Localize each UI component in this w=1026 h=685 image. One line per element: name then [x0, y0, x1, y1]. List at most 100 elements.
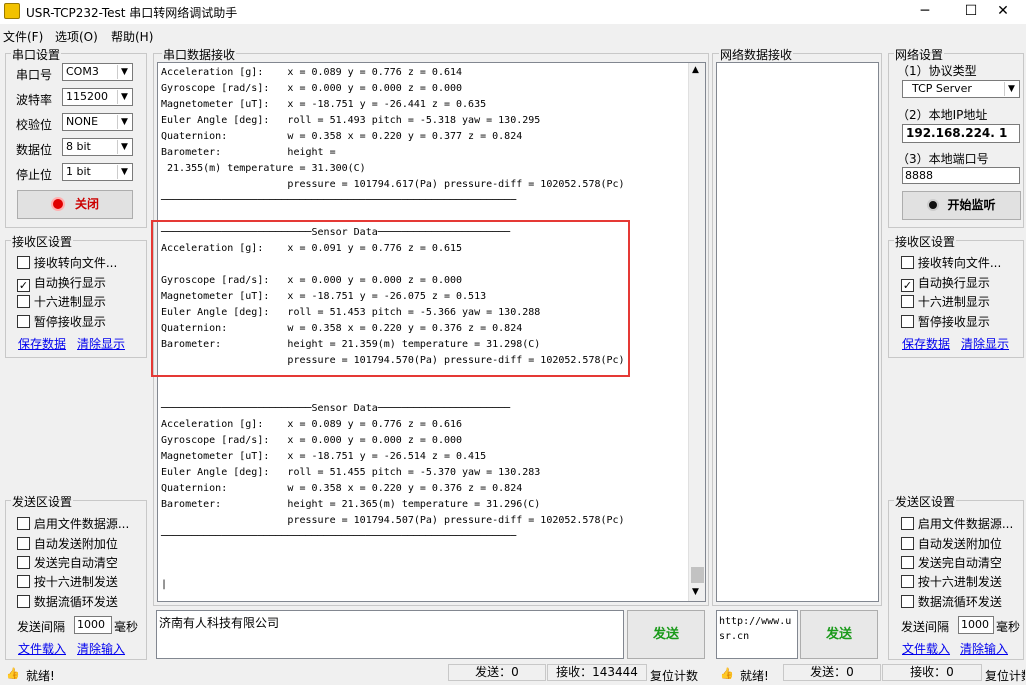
port-value: COM3	[66, 65, 99, 78]
menu-options[interactable]: 选项(O)	[55, 28, 98, 45]
clear-display-link[interactable]: 清除显示	[77, 335, 125, 352]
send-left-opt-0[interactable]: 启用文件数据源...	[17, 515, 129, 532]
scroll-thumb[interactable]	[691, 567, 704, 583]
opt-label: 暂停接收显示	[917, 315, 990, 329]
serial-send-button[interactable]: 发送	[627, 610, 705, 659]
checkbox[interactable]	[17, 256, 30, 269]
net-send-input[interactable]: http://www.usr.cn	[716, 610, 798, 659]
status-ready: 就绪!	[26, 669, 55, 683]
checkbox-checked[interactable]: ✓	[901, 279, 914, 292]
recv-settings-right-title: 接收区设置	[894, 233, 957, 250]
port-select[interactable]: COM3 ▼	[62, 63, 133, 81]
parity-select[interactable]: NONE ▼	[62, 113, 133, 131]
clear-input-link[interactable]: 清除输入	[77, 640, 125, 657]
checkbox[interactable]	[17, 315, 30, 328]
reset-count-button[interactable]: 复位计数	[650, 667, 698, 684]
menu-help[interactable]: 帮助(H)	[111, 28, 153, 45]
checkbox[interactable]	[901, 556, 914, 569]
close-window-button[interactable]: ✕	[980, 0, 1026, 24]
recv-right-opt-3[interactable]: 暂停接收显示	[901, 313, 990, 330]
file-load-link[interactable]: 文件载入	[18, 640, 66, 657]
send-left-opt-4[interactable]: 数据流循环发送	[17, 593, 118, 610]
proto-select[interactable]: TCP Server ▼	[902, 80, 1020, 98]
recv-left-opt-1[interactable]: ✓ 自动换行显示	[17, 274, 106, 292]
close-port-button[interactable]: 关闭	[17, 190, 133, 219]
send-left-opt-3[interactable]: 按十六进制发送	[17, 573, 118, 590]
recv-line: Acceleration [g]: x = 0.089 y = 0.776 z …	[161, 419, 463, 430]
status-ready-2: 就绪!	[740, 669, 769, 683]
recv-count: 接收：143444	[547, 664, 647, 681]
chevron-down-icon: ▼	[117, 165, 131, 179]
ip-input[interactable]: 192.168.224. 1	[902, 124, 1020, 143]
save-data-link[interactable]: 保存数据	[18, 335, 66, 352]
recv-right-opt-2[interactable]: 十六进制显示	[901, 293, 990, 310]
start-listen-button[interactable]: 开始监听	[902, 191, 1021, 220]
clear-input-link[interactable]: 清除输入	[960, 640, 1008, 657]
interval-unit: 毫秒	[114, 620, 139, 634]
baud-select[interactable]: 115200 ▼	[62, 88, 133, 106]
serial-recv-title: 串口数据接收	[162, 46, 237, 63]
send-right-opt-3[interactable]: 按十六进制发送	[901, 573, 1002, 590]
checkbox[interactable]	[901, 315, 914, 328]
app-icon	[4, 3, 20, 19]
recv-count-2: 接收：0	[882, 664, 982, 681]
black-dot-icon	[927, 199, 940, 211]
baud-value: 115200	[66, 90, 108, 103]
recv-left-opt-2[interactable]: 十六进制显示	[17, 293, 106, 310]
stopbits-select[interactable]: 1 bit ▼	[62, 163, 133, 181]
port-label: 串口号	[16, 68, 53, 82]
chevron-down-icon: ▼	[117, 115, 131, 129]
net-port-input[interactable]: 8888	[902, 167, 1020, 184]
send-count: 发送：0	[448, 664, 546, 681]
net-recv-textarea[interactable]	[716, 62, 879, 602]
checkbox-checked[interactable]: ✓	[17, 279, 30, 292]
checkbox[interactable]	[901, 537, 914, 550]
net-settings-title: 网络设置	[894, 46, 945, 63]
ip-label: （2）本地IP地址	[897, 108, 988, 122]
checkbox[interactable]	[17, 595, 30, 608]
start-listen-label: 开始监听	[947, 198, 996, 212]
send-right-opt-4[interactable]: 数据流循环发送	[901, 593, 1002, 610]
checkbox[interactable]	[17, 295, 30, 308]
send-right-opt-2[interactable]: 发送完自动清空	[901, 554, 1002, 571]
recv-left-opt-3[interactable]: 暂停接收显示	[17, 313, 106, 330]
recv-line	[161, 545, 689, 561]
recv-line: Magnetometer [uT]: x = -18.751 y = -26.4…	[161, 99, 487, 110]
send-left-opt-2[interactable]: 发送完自动清空	[17, 554, 118, 571]
send-right-opt-1[interactable]: 自动发送附加位	[901, 535, 1002, 552]
send-interval-input[interactable]: 1000	[958, 616, 994, 634]
checkbox[interactable]	[17, 556, 30, 569]
minimize-button[interactable]: ─	[902, 0, 948, 24]
net-send-button[interactable]: 发送	[800, 610, 878, 659]
scrollbar[interactable]: ▲ ▼	[688, 63, 705, 601]
checkbox[interactable]	[17, 537, 30, 550]
checkbox[interactable]	[901, 295, 914, 308]
recv-right-opt-0[interactable]: 接收转向文件...	[901, 254, 1001, 271]
checkbox[interactable]	[901, 517, 914, 530]
recv-left-opt-0[interactable]: 接收转向文件...	[17, 254, 117, 271]
checkbox[interactable]	[17, 575, 30, 588]
reset-count-button-2[interactable]: 复位计数	[985, 667, 1025, 684]
save-data-link[interactable]: 保存数据	[902, 335, 950, 352]
file-load-link[interactable]: 文件载入	[902, 640, 950, 657]
recv-right-opt-1[interactable]: ✓ 自动换行显示	[901, 274, 990, 292]
send-interval-input[interactable]: 1000	[74, 616, 112, 634]
scroll-down-icon[interactable]: ▼	[692, 587, 699, 597]
stopbits-value: 1 bit	[66, 165, 91, 178]
send-right-opt-0[interactable]: 启用文件数据源...	[901, 515, 1013, 532]
scroll-up-icon[interactable]: ▲	[692, 65, 699, 75]
opt-label: 暂停接收显示	[33, 315, 106, 329]
serial-send-input[interactable]: 济南有人科技有限公司	[156, 610, 624, 659]
databits-select[interactable]: 8 bit ▼	[62, 138, 133, 156]
checkbox[interactable]	[901, 595, 914, 608]
baud-label: 波特率	[16, 93, 53, 107]
clear-display-link[interactable]: 清除显示	[961, 335, 1009, 352]
send-left-opt-1[interactable]: 自动发送附加位	[17, 535, 118, 552]
checkbox[interactable]	[901, 575, 914, 588]
menu-file[interactable]: 文件(F)	[3, 28, 43, 45]
checkbox[interactable]	[901, 256, 914, 269]
parity-value: NONE	[66, 115, 99, 128]
opt-label: 数据流循环发送	[33, 595, 118, 609]
recv-line: pressure = 101794.617(Pa) pressure-diff …	[161, 179, 625, 190]
checkbox[interactable]	[17, 517, 30, 530]
